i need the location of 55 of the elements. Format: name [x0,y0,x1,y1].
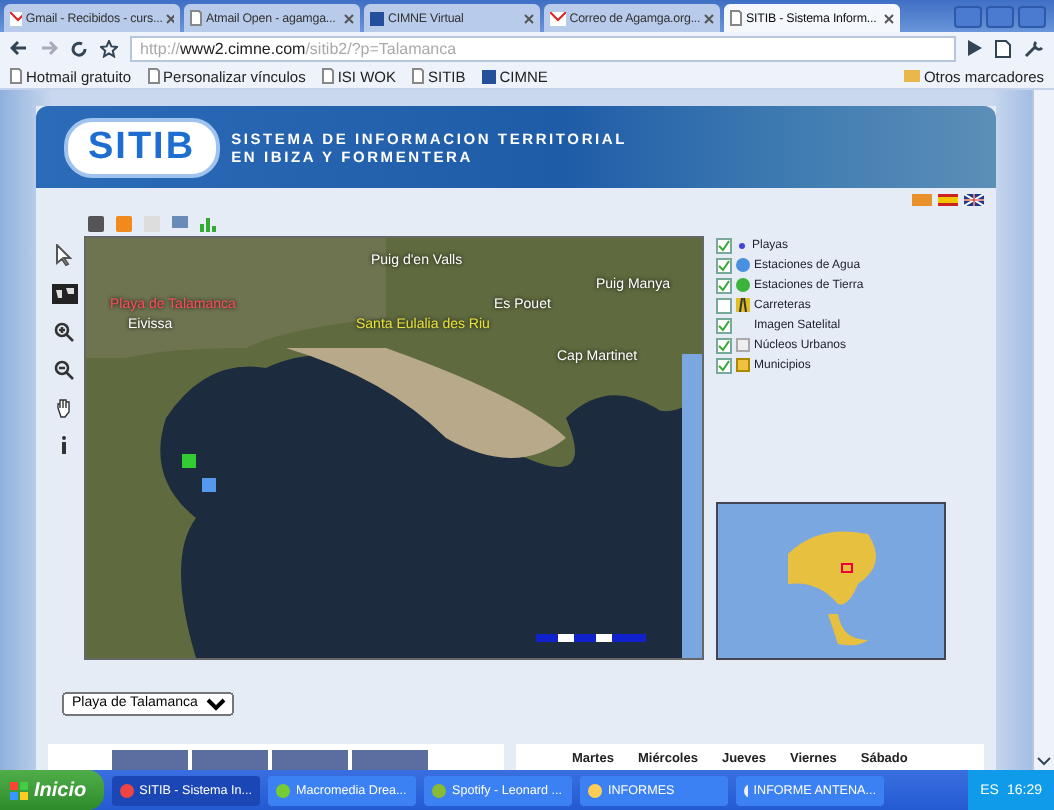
app-icon [120,783,134,797]
close-icon[interactable] [524,13,534,23]
page-icon [412,68,424,84]
address-field[interactable]: http://www2.cimne.com/sitib2/?p=Talamanca [130,35,956,61]
layer-checkbox[interactable] [716,237,732,253]
app-icon [432,783,446,797]
urban-icon [736,338,750,352]
layer-checkbox[interactable] [716,317,732,333]
flag-icon[interactable] [964,194,984,206]
scale-bar-icon [536,634,646,642]
page-icon [190,10,202,26]
scroll-down-icon[interactable] [1034,754,1054,770]
layer-checkbox[interactable] [716,257,732,273]
chart-icon[interactable] [200,216,216,232]
photo-placeholder [112,750,188,770]
layer-checkbox[interactable] [716,277,732,293]
close-icon[interactable] [344,13,354,23]
close-icon[interactable] [884,13,894,23]
layer-checkbox[interactable] [716,357,732,373]
hand-icon[interactable] [54,398,74,418]
land-icon [736,278,750,292]
folder-icon [903,70,920,82]
site-logo: SITIB [64,117,220,177]
close-icon[interactable] [704,13,714,23]
photo-placeholder [272,750,348,770]
layer-checkbox[interactable] [716,337,732,353]
road-icon [736,298,750,312]
mail-icon [10,11,22,25]
page-menu-icon[interactable] [994,39,1012,57]
page-icon [10,68,22,84]
reload-icon[interactable] [70,39,88,57]
zoom-in-icon[interactable] [54,322,74,342]
star-icon[interactable] [100,39,118,57]
close-icon[interactable] [166,13,174,23]
windows-logo-icon [10,781,28,799]
scrollbar[interactable] [1032,90,1054,770]
layer-checkbox[interactable] [716,297,732,313]
app-icon [588,783,602,797]
play-icon[interactable] [968,40,982,56]
app-icon [276,783,290,797]
back-icon[interactable] [10,40,28,56]
photo-placeholder [192,750,268,770]
mail-icon [550,11,566,25]
wrench-icon[interactable] [1024,39,1044,57]
page-icon [147,68,160,84]
zoom-out-icon[interactable] [54,360,74,380]
info-icon[interactable] [60,436,68,454]
dot-icon [736,239,748,251]
page-icon [321,68,334,84]
world-map-icon[interactable] [51,284,77,304]
photo-placeholder [352,750,428,770]
municipal-icon [736,358,750,372]
page-icon [730,10,742,26]
water-icon [736,258,750,272]
pointer-icon[interactable] [56,244,72,266]
